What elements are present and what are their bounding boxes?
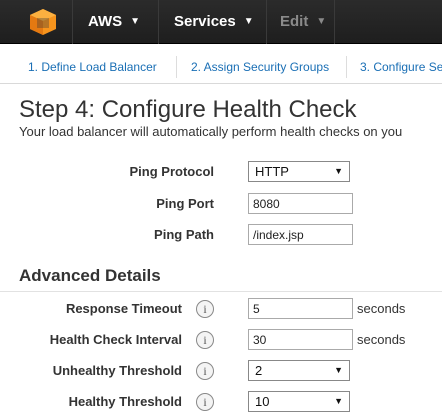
healthy-threshold-value: 10 xyxy=(255,394,270,409)
nav-divider xyxy=(158,0,159,44)
aws-menu-label: AWS xyxy=(88,13,123,30)
advanced-details-heading: Advanced Details xyxy=(19,266,161,285)
ping-protocol-select[interactable]: HTTP ▼ xyxy=(248,161,350,182)
section-divider xyxy=(0,291,442,292)
chevron-down-icon: ▼ xyxy=(243,16,254,27)
info-icon[interactable]: i xyxy=(196,362,214,380)
ping-protocol-value: HTTP xyxy=(255,164,289,179)
nav-divider xyxy=(266,0,267,44)
dropdown-arrow-icon: ▼ xyxy=(334,396,343,406)
info-icon[interactable]: i xyxy=(196,393,214,411)
unhealthy-threshold-value: 2 xyxy=(255,363,263,378)
tab-define-load-balancer[interactable]: 1. Define Load Balancer xyxy=(28,52,157,82)
ping-port-label: Ping Port xyxy=(156,196,214,211)
edit-menu-label: Edit xyxy=(280,13,309,30)
chevron-down-icon: ▼ xyxy=(130,16,141,27)
info-icon[interactable]: i xyxy=(196,300,214,318)
health-check-interval-input[interactable] xyxy=(248,329,353,350)
ping-path-input[interactable] xyxy=(248,224,353,245)
tab-configure-security[interactable]: 3. Configure Se xyxy=(360,52,442,82)
edit-menu[interactable]: Edit ▼ xyxy=(280,0,326,44)
tab-assign-security-groups[interactable]: 2. Assign Security Groups xyxy=(191,52,329,82)
tab-divider xyxy=(346,56,347,78)
response-timeout-input[interactable] xyxy=(248,298,353,319)
unhealthy-threshold-select[interactable]: 2 ▼ xyxy=(248,360,350,381)
wizard-tabs: 1. Define Load Balancer 2. Assign Securi… xyxy=(0,52,442,84)
page-title: Step 4: Configure Health Check xyxy=(19,96,357,123)
ping-path-label: Ping Path xyxy=(154,227,214,242)
dropdown-arrow-icon: ▼ xyxy=(334,166,343,176)
top-navbar: AWS ▼ Services ▼ Edit ▼ xyxy=(0,0,442,44)
health-check-interval-unit: seconds xyxy=(357,332,406,347)
healthy-threshold-select[interactable]: 10 ▼ xyxy=(248,391,350,412)
health-check-interval-label: Health Check Interval xyxy=(49,332,182,347)
unhealthy-threshold-label: Unhealthy Threshold xyxy=(52,363,182,378)
nav-divider xyxy=(72,0,73,44)
aws-menu[interactable]: AWS ▼ xyxy=(88,0,140,44)
response-timeout-unit: seconds xyxy=(357,301,406,316)
services-menu-label: Services xyxy=(174,13,236,30)
tab-divider xyxy=(176,56,177,78)
healthy-threshold-label: Healthy Threshold xyxy=(68,394,182,409)
ping-protocol-label: Ping Protocol xyxy=(129,164,215,179)
page-subtitle: Your load balancer will automatically pe… xyxy=(19,124,403,139)
nav-divider xyxy=(334,0,335,44)
response-timeout-label: Response Timeout xyxy=(65,301,182,316)
ping-port-input[interactable] xyxy=(248,193,353,214)
aws-logo-icon[interactable] xyxy=(28,8,58,36)
chevron-down-icon: ▼ xyxy=(316,16,327,27)
info-icon[interactable]: i xyxy=(196,331,214,349)
services-menu[interactable]: Services ▼ xyxy=(174,0,254,44)
dropdown-arrow-icon: ▼ xyxy=(334,365,343,375)
